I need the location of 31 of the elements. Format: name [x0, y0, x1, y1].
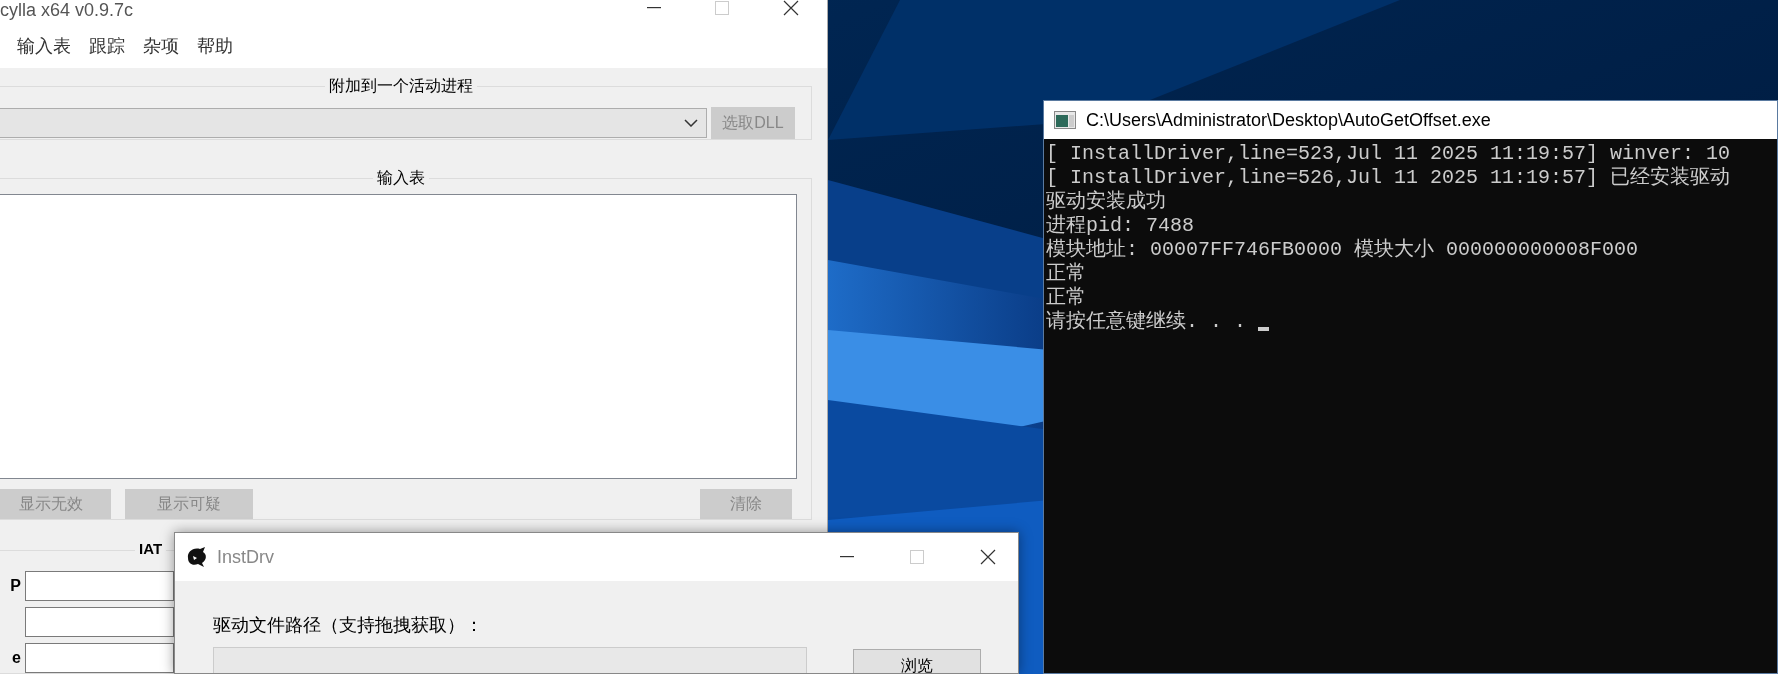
console-line: 驱动安装成功: [1046, 190, 1166, 214]
console-line: [ InstallDriver,line=526,Jul 11 2025 11:19:57] 已经安装驱动: [1046, 166, 1731, 190]
field-label: P: [9, 577, 22, 595]
field-label: e: [11, 649, 22, 667]
console-line: [ InstallDriver,line=523,Jul 11 2025 11:19:57] winver: 10: [1046, 142, 1731, 166]
menu-item[interactable]: 杂项: [143, 34, 179, 58]
path-label: 驱动文件路径（支持拖拽获取）：: [213, 614, 484, 637]
menu-item[interactable]: 输入表: [17, 34, 71, 58]
window-title: cylla x64 v0.9.7c: [0, 0, 134, 21]
input-field[interactable]: [25, 643, 174, 673]
menu-item[interactable]: 帮助: [197, 34, 233, 58]
input-field[interactable]: [25, 571, 174, 601]
minimize-icon[interactable]: [647, 7, 661, 9]
console-line: 进程pid: 7488: [1046, 214, 1195, 238]
close-icon[interactable]: [783, 0, 799, 16]
minimize-icon[interactable]: [840, 556, 854, 558]
console-icon: [1054, 111, 1076, 129]
console-line: 正常: [1046, 262, 1086, 286]
menu-item[interactable]: 跟踪: [89, 34, 125, 58]
group-title: 输入表: [373, 169, 429, 186]
console-line: 正常: [1046, 286, 1086, 310]
group-title: 附加到一个活动进程: [325, 77, 477, 94]
input-field[interactable]: [25, 607, 174, 637]
browse-button[interactable]: 浏览: [853, 649, 981, 673]
window-title: C:\Users\Administrator\Desktop\AutoGetOffset.exe: [1086, 109, 1491, 131]
emblem-icon: [185, 546, 209, 568]
close-icon[interactable]: [980, 549, 996, 565]
chevron-down-icon: [684, 119, 698, 127]
console-line: 模块地址: 00007FF746FB0000 模块大小 000000000008F000: [1046, 238, 1639, 262]
console-line: 请按任意键继续. . .: [1046, 310, 1246, 334]
window-title: InstDrv: [217, 546, 274, 568]
